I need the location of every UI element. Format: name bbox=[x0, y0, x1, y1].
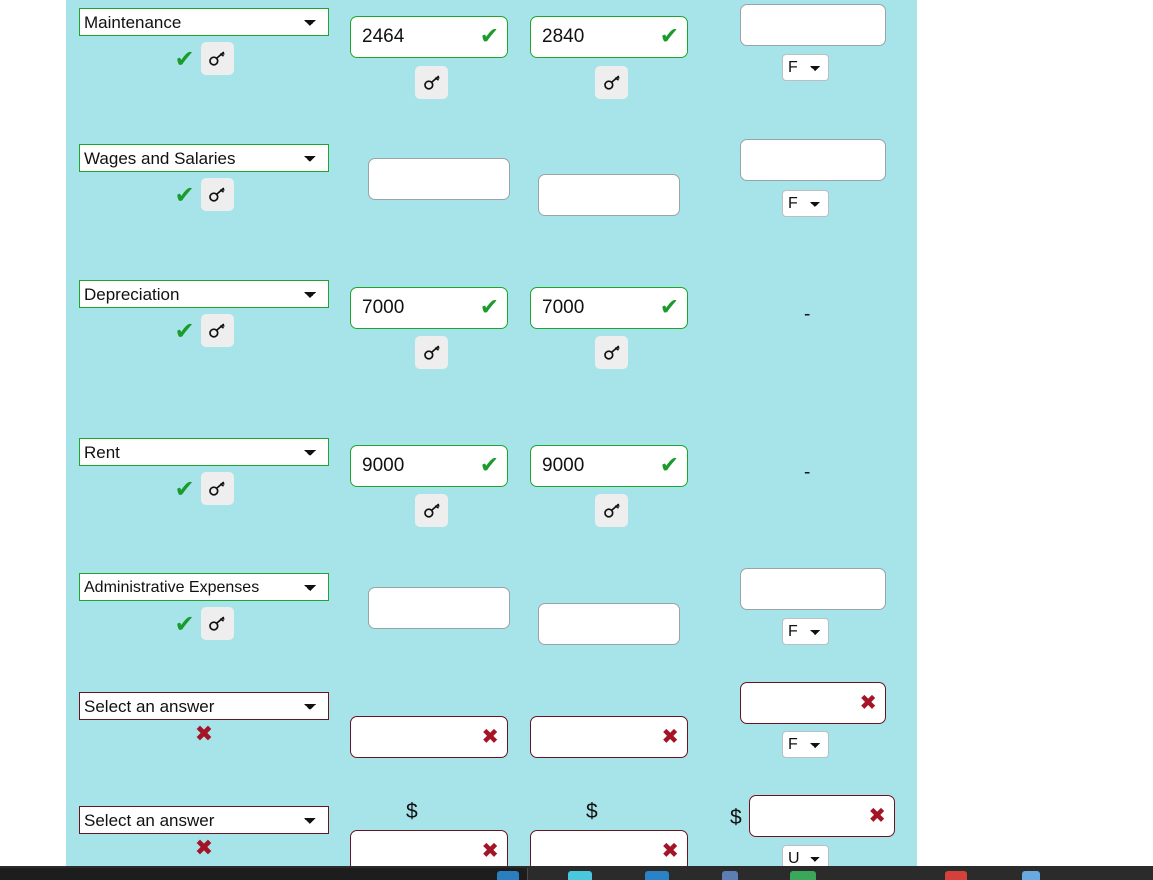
account-hint-key-button[interactable] bbox=[200, 607, 234, 640]
actual-amount-input-row-2-wrapper: ✔ bbox=[530, 287, 688, 329]
budget-amount-input-row-5-wrapper: ✖ bbox=[350, 716, 508, 758]
variance-amount-input-row-0-wrapper bbox=[740, 4, 886, 46]
budget-variance-worksheet: Select an answerMaintenanceWages and Sal… bbox=[66, 0, 917, 872]
variance-amount-input-row-5-wrapper: ✖ bbox=[740, 682, 886, 724]
account-error-icon: ✖ bbox=[194, 836, 214, 861]
account-valid-icon: ✔ bbox=[174, 44, 195, 73]
account-select-row-3[interactable]: Select an answerMaintenanceWages and Sal… bbox=[79, 438, 329, 466]
account-status-group: ✖ bbox=[79, 724, 329, 746]
account-cell: Select an answerMaintenanceWages and Sal… bbox=[79, 806, 329, 834]
actual-amount-input-row-3-wrapper: ✔ bbox=[530, 445, 688, 487]
variance-amount-input-row-4-wrapper bbox=[740, 568, 886, 610]
account-cell: Select an answerMaintenanceWages and Sal… bbox=[79, 144, 329, 172]
taskbar-active-window[interactable] bbox=[0, 868, 528, 880]
budget-amount-input-row-0-wrapper: ✔ bbox=[350, 16, 508, 58]
account-hint-key-button[interactable] bbox=[200, 178, 234, 211]
account-select-row-6[interactable]: Select an answerMaintenanceWages and Sal… bbox=[79, 806, 329, 834]
taskbar-icon-7[interactable] bbox=[1022, 871, 1040, 880]
actual-hint-key-button-row-3[interactable] bbox=[595, 494, 628, 527]
budget-hint-key-button-row-0[interactable] bbox=[415, 66, 448, 99]
actual-amount-input-row-0-wrapper: ✔ bbox=[530, 16, 688, 58]
budget-amount-input-row-1-wrapper bbox=[368, 158, 510, 200]
account-status-group: ✔ bbox=[79, 42, 329, 75]
account-hint-key-button[interactable] bbox=[200, 314, 234, 347]
budget-currency-symbol: $ bbox=[406, 800, 418, 823]
budget-hint-key-button-row-3[interactable] bbox=[415, 494, 448, 527]
variance-amount-input-row-5[interactable] bbox=[740, 682, 886, 724]
account-status-group: ✔ bbox=[79, 314, 329, 347]
variance-type-select-row-0[interactable]: FU bbox=[782, 54, 829, 81]
account-hint-key-button[interactable] bbox=[200, 42, 234, 75]
budget-amount-input-row-3[interactable] bbox=[350, 445, 508, 487]
account-status-group: ✖ bbox=[79, 838, 329, 860]
variance-dash-row-2: - bbox=[804, 304, 811, 325]
account-cell: Select an answerMaintenanceWages and Sal… bbox=[79, 8, 329, 36]
budget-amount-input-row-4-wrapper bbox=[368, 587, 510, 629]
variance-amount-input-row-1[interactable] bbox=[740, 139, 886, 181]
actual-amount-input-row-0[interactable] bbox=[530, 16, 688, 58]
actual-amount-input-row-4[interactable] bbox=[538, 603, 680, 645]
actual-amount-input-row-5-wrapper: ✖ bbox=[530, 716, 688, 758]
taskbar-icon-2[interactable] bbox=[568, 871, 592, 880]
account-select-row-4[interactable]: Select an answerMaintenanceWages and Sal… bbox=[79, 573, 329, 601]
budget-amount-input-row-0[interactable] bbox=[350, 16, 508, 58]
budget-hint-key-button-row-2[interactable] bbox=[415, 336, 448, 369]
variance-amount-input-row-4[interactable] bbox=[740, 568, 886, 610]
account-select-row-1[interactable]: Select an answerMaintenanceWages and Sal… bbox=[79, 144, 329, 172]
account-valid-icon: ✔ bbox=[174, 609, 195, 638]
account-error-icon: ✖ bbox=[194, 722, 214, 747]
taskbar-icon-4[interactable] bbox=[722, 871, 738, 880]
taskbar-icon-6[interactable] bbox=[945, 871, 967, 880]
taskbar-icon-3[interactable] bbox=[645, 871, 669, 880]
budget-amount-input-row-2-wrapper: ✔ bbox=[350, 287, 508, 329]
account-hint-key-button[interactable] bbox=[200, 472, 234, 505]
account-valid-icon: ✔ bbox=[174, 316, 195, 345]
actual-hint-key-button-row-0[interactable] bbox=[595, 66, 628, 99]
budget-amount-input-row-3-wrapper: ✔ bbox=[350, 445, 508, 487]
budget-amount-input-row-1[interactable] bbox=[368, 158, 510, 200]
actual-amount-input-row-1[interactable] bbox=[538, 174, 680, 216]
variance-type-select-row-1[interactable]: FU bbox=[782, 190, 829, 217]
actual-currency-symbol: $ bbox=[586, 800, 598, 823]
taskbar-icon-5[interactable] bbox=[790, 871, 816, 880]
actual-amount-input-row-2[interactable] bbox=[530, 287, 688, 329]
account-select-row-5[interactable]: Select an answerMaintenanceWages and Sal… bbox=[79, 692, 329, 720]
account-cell: Select an answerMaintenanceWages and Sal… bbox=[79, 692, 329, 720]
actual-amount-input-row-5[interactable] bbox=[530, 716, 688, 758]
account-valid-icon: ✔ bbox=[174, 474, 195, 503]
variance-type-select-row-5[interactable]: FU bbox=[782, 731, 829, 758]
actual-amount-input-row-1-wrapper bbox=[538, 174, 680, 216]
actual-amount-input-row-3[interactable] bbox=[530, 445, 688, 487]
actual-hint-key-button-row-2[interactable] bbox=[595, 336, 628, 369]
variance-dash-row-3: - bbox=[804, 462, 811, 483]
budget-amount-input-row-4[interactable] bbox=[368, 587, 510, 629]
variance-amount-input-row-6[interactable] bbox=[749, 795, 895, 837]
account-cell: Select an answerMaintenanceWages and Sal… bbox=[79, 280, 329, 308]
account-cell: Select an answerMaintenanceWages and Sal… bbox=[79, 438, 329, 466]
page-root: Select an answerMaintenanceWages and Sal… bbox=[0, 0, 1153, 880]
taskbar-icon-1[interactable] bbox=[497, 871, 519, 880]
account-select-row-2[interactable]: Select an answerMaintenanceWages and Sal… bbox=[79, 280, 329, 308]
variance-amount-input-row-6-wrapper: ✖ bbox=[749, 795, 895, 837]
account-valid-icon: ✔ bbox=[174, 180, 195, 209]
budget-amount-input-row-5[interactable] bbox=[350, 716, 508, 758]
variance-amount-input-row-1-wrapper bbox=[740, 139, 886, 181]
actual-amount-input-row-4-wrapper bbox=[538, 603, 680, 645]
budget-amount-input-row-2[interactable] bbox=[350, 287, 508, 329]
account-cell: Select an answerMaintenanceWages and Sal… bbox=[79, 573, 329, 601]
account-status-group: ✔ bbox=[79, 607, 329, 640]
account-select-row-0[interactable]: Select an answerMaintenanceWages and Sal… bbox=[79, 8, 329, 36]
account-status-group: ✔ bbox=[79, 178, 329, 211]
variance-type-select-row-4[interactable]: FU bbox=[782, 618, 829, 645]
variance-amount-input-row-0[interactable] bbox=[740, 4, 886, 46]
account-status-group: ✔ bbox=[79, 472, 329, 505]
variance-currency-symbol: $ bbox=[730, 806, 742, 829]
